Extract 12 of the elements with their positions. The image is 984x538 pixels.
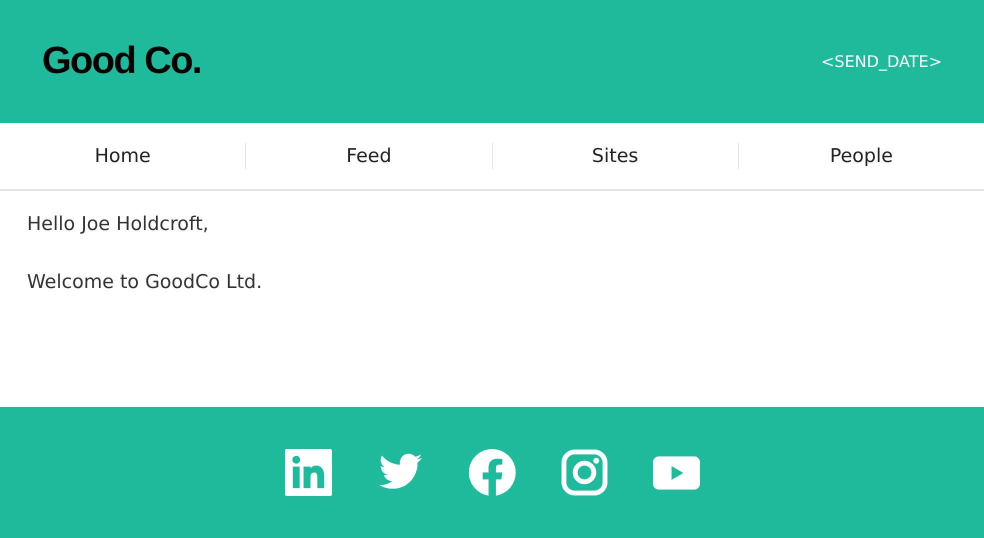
camera-icon[interactable]: [560, 449, 608, 496]
linkedin-icon[interactable]: [284, 449, 332, 496]
send-date: <SEND_DATE>: [821, 52, 942, 71]
play-icon[interactable]: [652, 456, 700, 490]
nav-link[interactable]: Sites: [492, 145, 738, 167]
logo: Good Co.: [42, 40, 201, 83]
facebook-icon[interactable]: [468, 449, 516, 496]
nav-link[interactable]: Home: [0, 145, 246, 167]
paragraph: Welcome to GoodCo Ltd.: [27, 271, 264, 293]
nav-link[interactable]: People: [738, 145, 984, 167]
nav-link[interactable]: Feed: [246, 145, 492, 167]
paragraph: Hello Joe Holdcroft,: [27, 213, 210, 235]
